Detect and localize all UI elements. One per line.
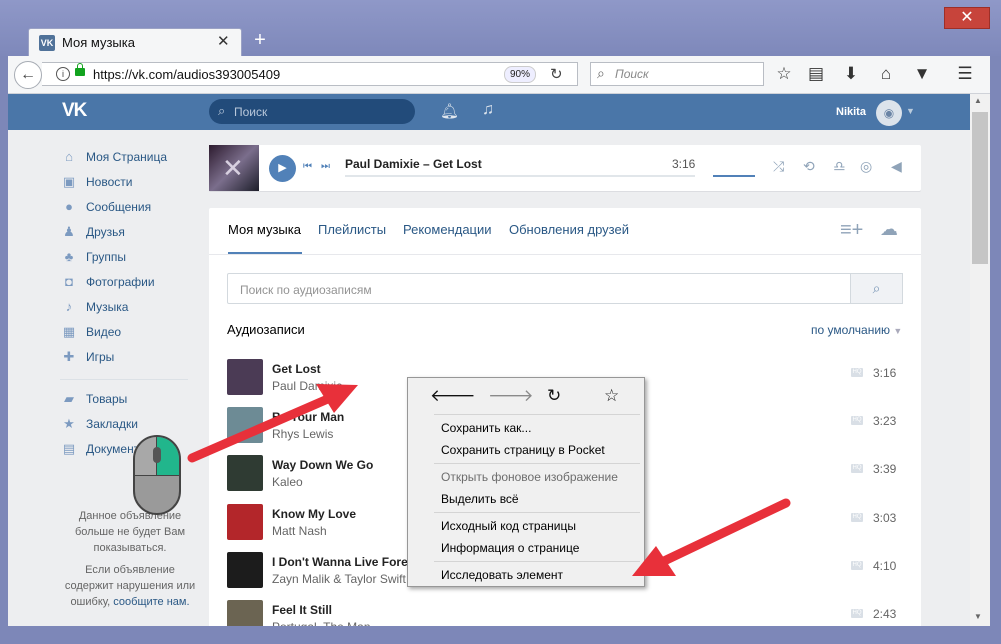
context-menu-item[interactable]: Сохранить страницу в Pocket [441, 443, 605, 457]
ctx-reload-icon[interactable]: ↻ [547, 386, 561, 406]
arrow-to-context-menu [187, 393, 335, 463]
context-menu-item[interactable]: Открыть фоновое изображение [441, 470, 618, 484]
context-menu-item[interactable]: Информация о странице [441, 541, 579, 555]
context-menu-item[interactable]: Исследовать элемент [441, 568, 563, 582]
ctx-bookmark-icon[interactable]: ☆ [604, 386, 619, 406]
ctx-back-icon[interactable]: 🡐 [430, 386, 476, 406]
context-menu-item[interactable]: Сохранить как... [441, 421, 531, 435]
ctx-forward-icon[interactable]: 🡒 [488, 386, 534, 406]
context-menu-item[interactable]: Выделить всё [441, 492, 519, 506]
music-tab[interactable]: Обновления друзей [509, 222, 629, 237]
arrow-to-inspect-element [657, 498, 791, 567]
music-tab[interactable]: Моя музыка [228, 222, 301, 237]
music-tab[interactable]: Рекомендации [403, 222, 492, 237]
context-menu-item[interactable]: Исходный код страницы [441, 519, 576, 533]
music-tab[interactable]: Плейлисты [318, 222, 386, 237]
